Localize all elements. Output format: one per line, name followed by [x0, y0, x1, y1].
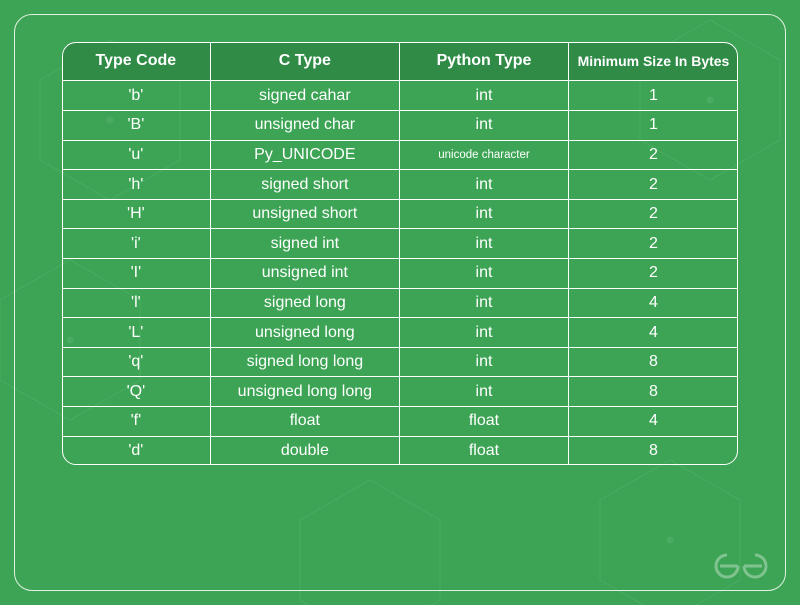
table-row: 'f'floatfloat4	[62, 407, 738, 437]
cell-python-type: float	[400, 407, 569, 437]
cell-type-code: 'Q'	[62, 377, 211, 407]
cell-c-type: unsigned long long	[211, 377, 400, 407]
type-code-table: Type Code C Type Python Type Minimum Siz…	[62, 42, 738, 465]
cell-min-size: 8	[569, 348, 738, 378]
table-row: 'd'doublefloat8	[62, 437, 738, 466]
cell-min-size: 4	[569, 407, 738, 437]
cell-c-type: double	[211, 437, 400, 466]
cell-min-size: 2	[569, 200, 738, 230]
cell-c-type: unsigned char	[211, 111, 400, 141]
cell-min-size: 2	[569, 229, 738, 259]
cell-type-code: 'i'	[62, 229, 211, 259]
table-row: 'q'signed long longint8	[62, 348, 738, 378]
geeksforgeeks-logo	[714, 551, 768, 581]
cell-min-size: 8	[569, 437, 738, 466]
cell-python-type: int	[400, 111, 569, 141]
cell-min-size: 2	[569, 170, 738, 200]
cell-c-type: unsigned long	[211, 318, 400, 348]
cell-c-type: unsigned int	[211, 259, 400, 289]
cell-python-type: int	[400, 229, 569, 259]
cell-c-type: Py_UNICODE	[211, 141, 400, 171]
cell-min-size: 4	[569, 289, 738, 319]
type-code-table-container: Type Code C Type Python Type Minimum Siz…	[62, 42, 738, 465]
table-row: 'h'signed shortint2	[62, 170, 738, 200]
cell-python-type: int	[400, 348, 569, 378]
table-row: 'i'signed intint2	[62, 229, 738, 259]
cell-type-code: 'H'	[62, 200, 211, 230]
cell-type-code: 'I'	[62, 259, 211, 289]
cell-type-code: 'B'	[62, 111, 211, 141]
cell-python-type: int	[400, 318, 569, 348]
cell-c-type: signed int	[211, 229, 400, 259]
cell-python-type: int	[400, 200, 569, 230]
table-header-row: Type Code C Type Python Type Minimum Siz…	[62, 42, 738, 81]
cell-min-size: 2	[569, 141, 738, 171]
cell-min-size: 1	[569, 81, 738, 111]
table-row: 'l'signed longint4	[62, 289, 738, 319]
cell-python-type: int	[400, 81, 569, 111]
cell-python-type: int	[400, 170, 569, 200]
cell-type-code: 'd'	[62, 437, 211, 466]
table-row: 'Q'unsigned long longint8	[62, 377, 738, 407]
table-row: 'L'unsigned longint4	[62, 318, 738, 348]
cell-python-type: float	[400, 437, 569, 466]
cell-python-type: int	[400, 259, 569, 289]
table-row: 'u'Py_UNICODEunicode character2	[62, 141, 738, 171]
table-row: 'b'signed caharint1	[62, 81, 738, 111]
cell-python-type: unicode character	[400, 141, 569, 171]
cell-c-type: float	[211, 407, 400, 437]
cell-type-code: 'u'	[62, 141, 211, 171]
cell-type-code: 'L'	[62, 318, 211, 348]
cell-type-code: 'b'	[62, 81, 211, 111]
table-row: 'H'unsigned shortint2	[62, 200, 738, 230]
cell-python-type: int	[400, 377, 569, 407]
cell-c-type: signed cahar	[211, 81, 400, 111]
cell-min-size: 8	[569, 377, 738, 407]
header-python-type: Python Type	[400, 42, 569, 81]
cell-c-type: signed short	[211, 170, 400, 200]
cell-c-type: signed long long	[211, 348, 400, 378]
cell-type-code: 'l'	[62, 289, 211, 319]
cell-type-code: 'q'	[62, 348, 211, 378]
table-row: 'B'unsigned charint1	[62, 111, 738, 141]
header-type-code: Type Code	[62, 42, 211, 81]
header-min-size: Minimum Size In Bytes	[569, 42, 738, 81]
cell-min-size: 4	[569, 318, 738, 348]
cell-c-type: signed long	[211, 289, 400, 319]
cell-min-size: 1	[569, 111, 738, 141]
table-row: 'I'unsigned intint2	[62, 259, 738, 289]
cell-python-type: int	[400, 289, 569, 319]
cell-type-code: 'h'	[62, 170, 211, 200]
cell-type-code: 'f'	[62, 407, 211, 437]
cell-c-type: unsigned short	[211, 200, 400, 230]
cell-min-size: 2	[569, 259, 738, 289]
header-c-type: C Type	[211, 42, 400, 81]
